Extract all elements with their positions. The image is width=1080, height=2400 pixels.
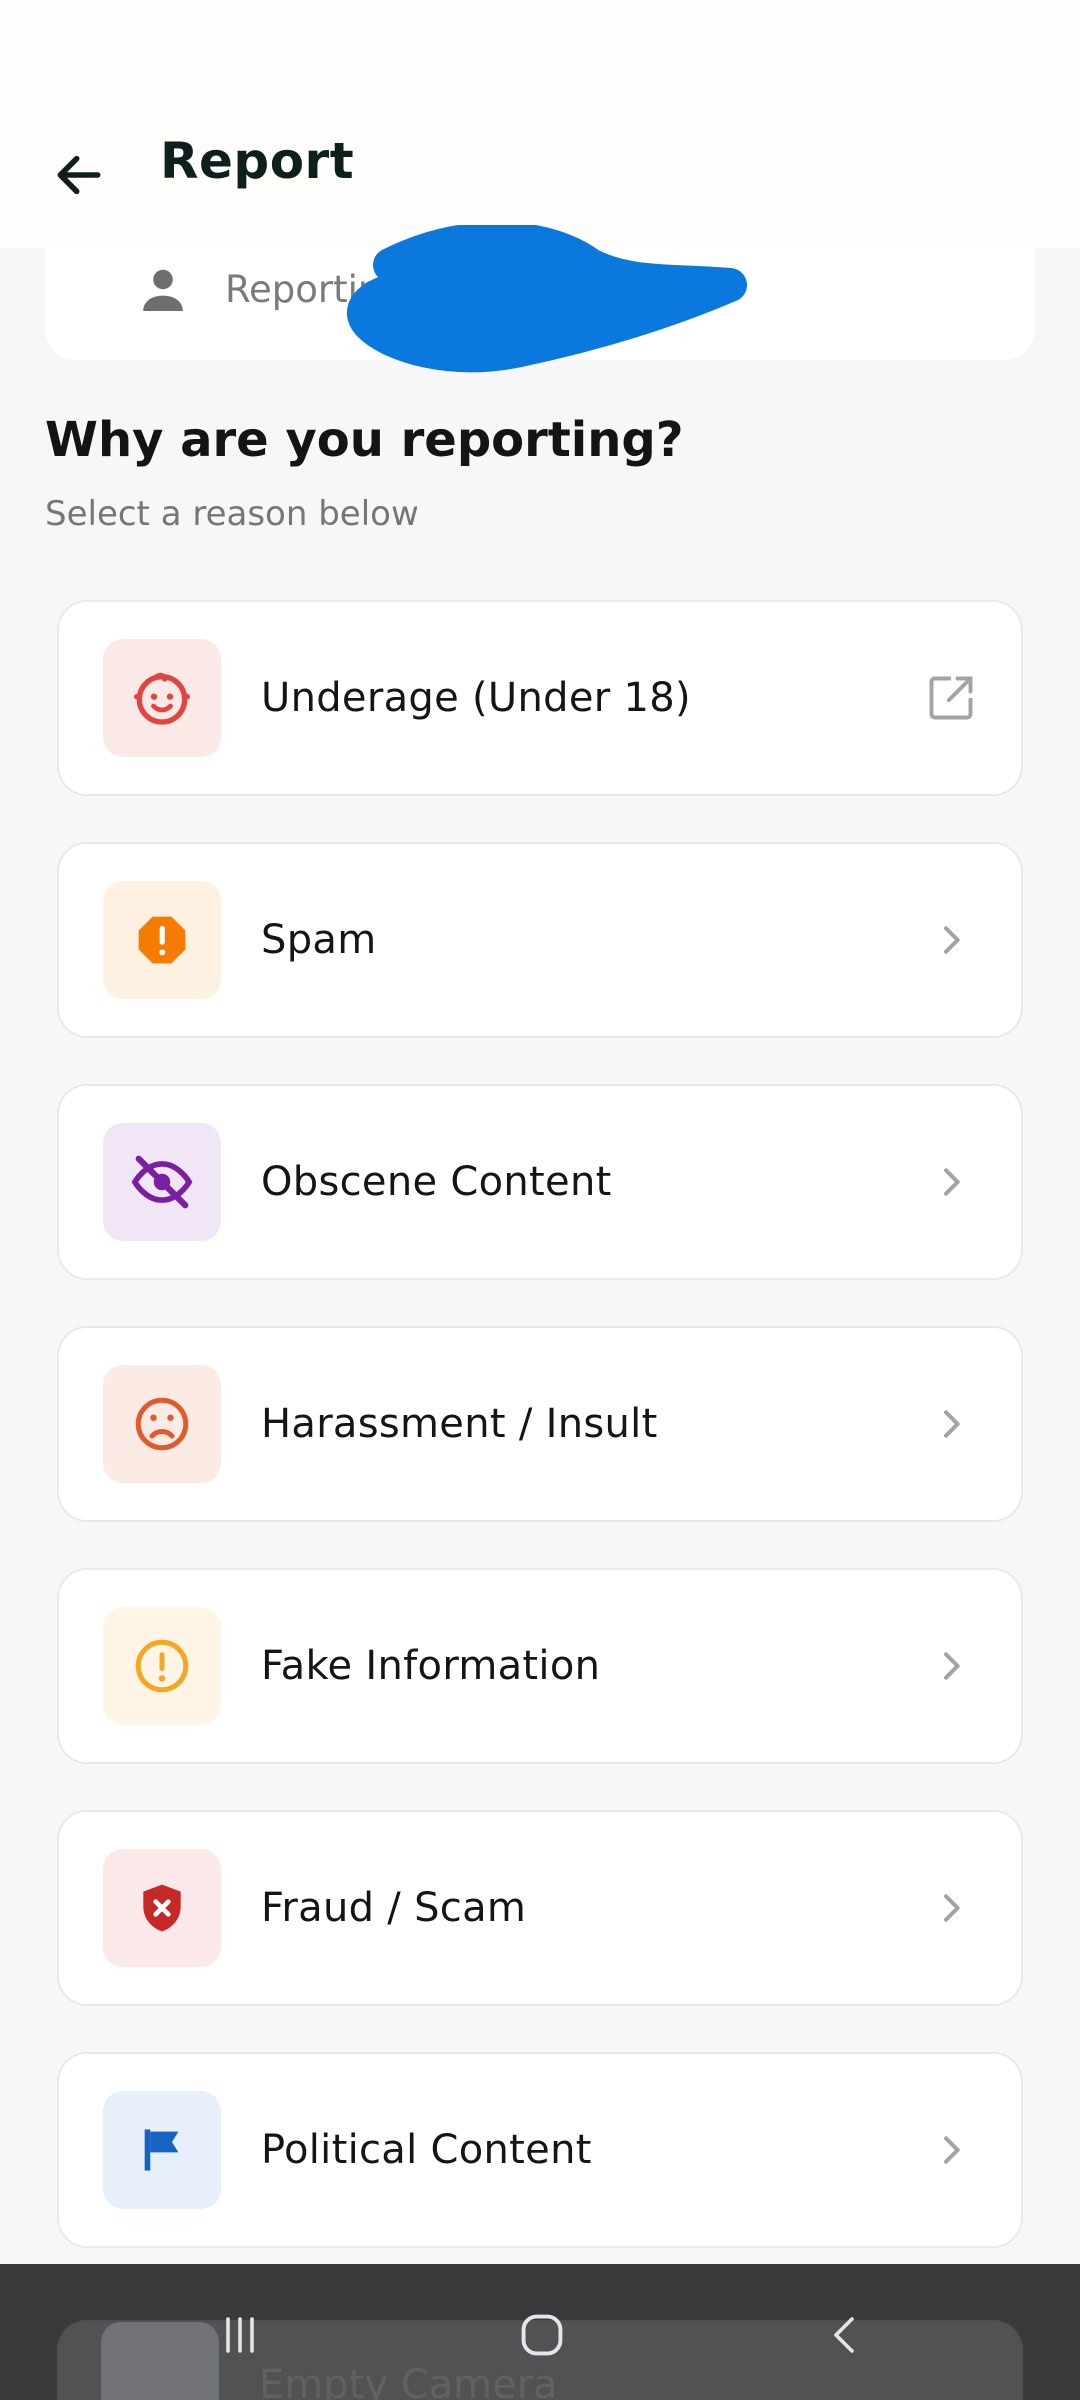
reason-label: Political Content [261,2127,592,2173]
reason-label: Fraud / Scam [261,1885,527,1931]
reason-trail [921,1394,981,1454]
reason-political-content[interactable]: Political Content [57,2052,1023,2248]
baby-face-icon [134,672,190,725]
recent-apps-icon [226,2317,254,2353]
section-subheading: Select a reason below [45,494,419,534]
reason-underage[interactable]: Underage (Under 18) [57,600,1023,796]
system-back-button[interactable] [796,2300,896,2370]
chevron-right-icon [944,1652,960,1680]
reason-trail [921,1152,981,1212]
reason-icon-box [103,881,221,999]
reason-fake-information[interactable]: Fake Information [57,1568,1023,1764]
reason-fraud-scam[interactable]: Fraud / Scam [57,1810,1023,2006]
sad-face-icon [135,1397,189,1451]
chevron-right-icon [944,2136,960,2164]
reason-icon-box [103,1849,221,1967]
chevron-right-icon [944,926,960,954]
external-link-icon [929,676,973,720]
reason-label: Underage (Under 18) [261,675,691,721]
reason-icon-box [103,1123,221,1241]
reason-label: Spam [261,917,377,963]
flag-icon [144,2129,179,2171]
reason-trail [921,668,981,728]
redaction-scribble [347,225,747,373]
reason-label: Fake Information [261,1643,601,1689]
reason-spam[interactable]: Spam [57,842,1023,1038]
reason-trail [921,1636,981,1696]
chevron-right-icon [944,1168,960,1196]
chevron-right-icon [944,1894,960,1922]
status-bar-area [0,0,1080,110]
page-title: Report [160,132,355,190]
reason-obscene-content[interactable]: Obscene Content [57,1084,1023,1280]
reason-trail [921,2120,981,2180]
shield-x-icon [143,1884,181,1932]
back-chevron-icon [834,2317,854,2353]
reason-icon-box [103,639,221,757]
reason-label: Harassment / Insult [261,1401,658,1447]
back-button[interactable] [44,140,114,210]
home-icon [521,2314,563,2356]
reason-label: Obscene Content [261,1159,612,1205]
reason-trail [921,910,981,970]
reason-trail [921,1878,981,1938]
chevron-right-icon [944,1410,960,1438]
reason-icon-box [103,1607,221,1725]
home-button[interactable] [492,2300,592,2370]
reason-icon-box [103,2091,221,2209]
reason-harassment[interactable]: Harassment / Insult [57,1326,1023,1522]
alert-circle-icon [135,1639,189,1693]
eye-off-icon [131,1155,193,1209]
reason-icon-box [103,1365,221,1483]
arrow-left-icon [57,155,101,195]
recent-apps-button[interactable] [190,2300,290,2370]
alert-octagon-icon [138,916,186,964]
section-heading: Why are you reporting? [45,412,684,468]
person-icon [143,269,183,311]
